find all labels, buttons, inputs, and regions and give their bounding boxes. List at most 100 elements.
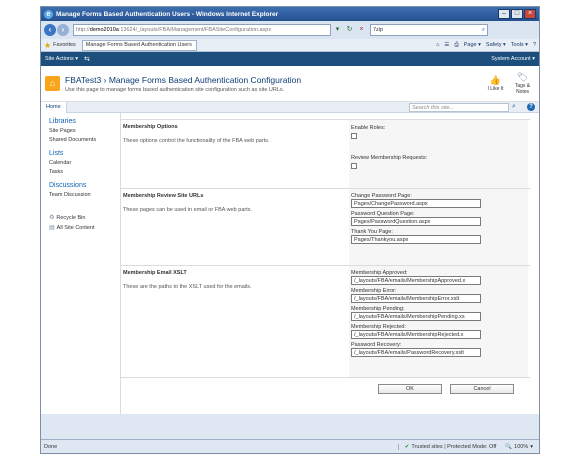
zoom-icon: 🔍 [505,443,513,450]
section-description: These are the paths to the XSLT used for… [123,284,252,290]
quick-launch-discussions[interactable]: Discussions [49,182,120,189]
print-icon[interactable]: ⎙ [454,42,458,49]
search-icon[interactable]: ⌕ [482,27,485,34]
ie-logo-icon: e [44,9,53,19]
zoom-control[interactable]: 🔍 100% ▾ [502,444,536,450]
title-block: FBATest3 › Manage Forms Based Authentica… [65,75,481,93]
help-menu[interactable]: ? [533,42,536,49]
tags-notes-label: Tags & Notes [514,83,531,95]
security-zone[interactable]: ✔ Trusted sites | Protected Mode: Off [397,443,503,450]
tag-icon: 🏷 [516,72,529,82]
recycle-bin-label: Recycle Bin [56,214,86,221]
tags-notes-button[interactable]: 🏷 Tags & Notes [510,72,535,95]
minimize-button[interactable]: – [498,9,510,19]
quick-launch: Libraries Site Pages Shared Documents Li… [41,113,121,414]
maximize-button[interactable]: □ [511,9,523,19]
review-requests-label: Review Membership Requests: [351,155,428,161]
favorites-star-icon[interactable]: ★ [44,41,51,50]
quick-launch-recycle-bin[interactable]: ♻ Recycle Bin [49,214,120,222]
favorites-button[interactable]: Favorites [53,42,76,48]
review-site-urls-section: Membership Review Site URLs These pages … [121,188,530,265]
membership-approved-input[interactable]: /_layouts/FBA/emails/MembershipApproved.… [351,276,481,285]
home-tab[interactable]: Home [41,101,67,113]
command-bar: ⌂ ☰ ⎙ Page ▾ Safety ▾ Tools ▾ ? [436,42,536,49]
stop-icon[interactable]: × [356,24,367,36]
window-title: Manage Forms Based Authentication Users … [56,10,279,18]
review-requests-checkbox[interactable] [351,163,357,169]
ok-button[interactable]: OK [378,384,442,394]
section-title: Membership Options [123,124,178,130]
browser-window: e Manage Forms Based Authentication User… [40,6,540,454]
address-toolbar: ‹ › http://demo2010a:13624/_layouts/FBA/… [41,21,539,39]
forward-button[interactable]: › [57,24,69,36]
zoom-level: 100% [514,443,529,450]
section-description: These pages can be used in email or FBA … [123,207,253,213]
safety-menu[interactable]: Safety ▾ [486,42,506,49]
help-icon[interactable]: ? [527,103,535,111]
site-content-icon: ▤ [49,225,55,231]
email-xslt-section: Membership Email XSLT These are the path… [121,265,530,377]
url-prefix: http:// [76,27,90,33]
status-text: Done [44,443,58,450]
thumbs-up-icon: 👍 [489,75,502,85]
page-description: Use this page to manage forms based auth… [65,86,285,93]
top-navigation: Home Search this site... ⌕ ? [41,101,539,113]
section-description: These options control the functionality … [123,138,270,144]
form-buttons: OK Cancel [378,384,514,394]
quick-launch-lists[interactable]: Lists [49,150,120,157]
site-actions-menu[interactable]: Site Actions ▾ [45,56,78,62]
password-question-input[interactable]: Pages/PasswordQuestion.aspx [351,217,481,226]
membership-rejected-input[interactable]: /_layouts/FBA/emails/MembershipRejected.… [351,330,481,339]
section-title: Membership Email XSLT [123,270,187,276]
enable-roles-label: Enable Roles: [351,125,386,131]
quick-launch-all-site-content[interactable]: ▤ All Site Content [49,224,120,232]
thank-you-input[interactable]: Pages/Thankyou.aspx [351,235,481,244]
quick-launch-site-pages[interactable]: Site Pages [49,128,120,134]
main-content: Membership Options These options control… [121,113,539,414]
site-search-icon[interactable]: ⌕ [509,103,519,111]
recycle-bin-icon: ♻ [49,215,55,221]
change-password-input[interactable]: Pages/ChangePassword.aspx [351,199,481,208]
page-menu[interactable]: Page ▾ [464,42,481,49]
status-bar: Done ✔ Trusted sites | Protected Mode: O… [41,439,539,453]
i-like-it-button[interactable]: 👍 I Like It [483,75,508,92]
page-title: Manage Forms Based Authentication Config… [108,74,302,85]
zoom-dropdown-icon: ▾ [530,443,533,450]
quick-launch-shared-documents[interactable]: Shared Documents [49,137,120,143]
quick-launch-tasks[interactable]: Tasks [49,169,120,175]
membership-options-section: Membership Options These options control… [121,119,530,188]
checkmark-icon: ✔ [404,443,410,450]
site-name-link[interactable]: FBATest3 [65,75,101,85]
browse-icon[interactable]: ⇆ [84,55,90,63]
close-button[interactable]: × [524,9,536,19]
site-logo-icon: ⌂ [45,76,60,91]
tools-menu[interactable]: Tools ▾ [511,42,528,49]
window-title-bar: e Manage Forms Based Authentication User… [41,7,539,21]
site-search-input[interactable]: Search this site... [409,102,509,112]
address-input[interactable]: http://demo2010a:13624/_layouts/FBA/Mana… [73,24,331,36]
favorites-bar: ★ Favorites Manage Forms Based Authentic… [41,39,539,52]
compatibility-icon[interactable]: ▾ [332,24,343,36]
search-box[interactable]: 7zip ⌕ [370,24,488,36]
home-icon[interactable]: ⌂ [436,42,439,49]
sharepoint-ribbon: Site Actions ▾ ⇆ System Account ▾ [41,52,539,66]
password-recovery-input[interactable]: /_layouts/FBA/emails/PasswordRecovery.xs… [351,348,481,357]
breadcrumb-separator: › [103,74,107,85]
cancel-button[interactable]: Cancel [450,384,514,394]
quick-launch-team-discussion[interactable]: Team Discussion [49,192,120,198]
membership-pending-input[interactable]: /_layouts/FBA/emails/MembershipPending.x… [351,312,481,321]
quick-launch-calendar[interactable]: Calendar [49,160,120,166]
feeds-icon[interactable]: ☰ [444,42,449,49]
zone-text: Trusted sites | Protected Mode: Off [411,443,497,450]
refresh-icon[interactable]: ↻ [344,24,355,36]
browser-tab[interactable]: Manage Forms Based Authentication Users [81,39,197,51]
system-account-menu[interactable]: System Account ▾ [491,56,535,62]
quick-launch-libraries[interactable]: Libraries [49,118,120,125]
section-title: Membership Review Site URLs [123,193,204,199]
enable-roles-checkbox[interactable] [351,133,357,139]
i-like-it-label: I Like It [487,86,504,92]
membership-error-input[interactable]: /_layouts/FBA/emails/MembershipError.xsl… [351,294,481,303]
page-body: Libraries Site Pages Shared Documents Li… [41,113,539,414]
back-button[interactable]: ‹ [44,24,56,36]
page-title-area: ⌂ FBATest3 › Manage Forms Based Authenti… [41,66,539,102]
